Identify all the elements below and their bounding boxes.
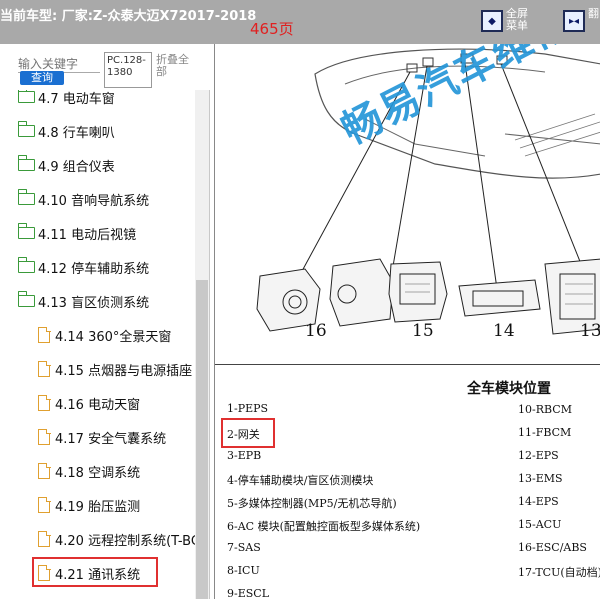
document-icon: [38, 428, 51, 445]
selected-item-highlight: [32, 557, 158, 587]
left-panel: 查询 PC.128-1380 折叠全部 4.7 电动车窗 4.8 行车喇叭 4.…: [0, 44, 210, 599]
callout-number: 16: [305, 321, 327, 341]
callout-number: 15: [412, 321, 434, 341]
folder-icon: [17, 90, 35, 103]
search-row: 查询 PC.128-1380 折叠全部: [0, 44, 210, 90]
tree-item-label: 4.7 电动车窗: [38, 91, 115, 107]
scrollbar-thumb[interactable]: [196, 280, 208, 599]
tree-item-4-14[interactable]: 4.14 360°全景天窗: [38, 320, 195, 350]
tree-item-4-9[interactable]: 4.9 组合仪表: [17, 150, 195, 180]
tree-item-label: 4.12 停车辅助系统: [38, 261, 150, 277]
query-button[interactable]: 查询: [20, 71, 64, 85]
tree-item-label: 4.14 360°全景天窗: [55, 329, 172, 345]
document-viewer: 畅易汽车维修 16 15 14 13 全车模块位置 1-PEPS 2-网关 3-…: [214, 44, 600, 599]
module-item: 15-ACU: [518, 518, 562, 531]
module-item: 12-EPS: [518, 449, 559, 462]
next-page-icon: ▸◂: [563, 10, 585, 32]
module-item: 4-停车辅助模块/盲区侦测模块: [227, 474, 374, 487]
tree-item-4-20[interactable]: 4.20 远程控制系统(T-BC: [38, 524, 195, 554]
folder-icon: [17, 291, 35, 307]
tree-item-4-10[interactable]: 4.10 音响导航系统: [17, 184, 195, 214]
tree-item-4-8[interactable]: 4.8 行车喇叭: [17, 116, 195, 146]
tree-item-label: 4.15 点烟器与电源插座: [55, 363, 193, 379]
module-item: 8-ICU: [227, 564, 260, 577]
folder-icon: [17, 223, 35, 239]
tree-item-4-15[interactable]: 4.15 点烟器与电源插座: [38, 354, 195, 384]
tree-item-label: 4.11 电动后视镜: [38, 227, 137, 243]
folder-icon: [17, 155, 35, 171]
fullscreen-icon: ◆: [481, 10, 503, 32]
pc-range-tab[interactable]: PC.128-1380: [104, 52, 152, 88]
module-item: 10-RBCM: [518, 403, 572, 416]
toc-tree: 4.7 电动车窗 4.8 行车喇叭 4.9 组合仪表 4.10 音响导航系统 4…: [0, 90, 195, 599]
tree-item-label: 4.18 空调系统: [55, 465, 141, 481]
tree-item-label: 4.20 远程控制系统(T-BC: [55, 533, 195, 549]
tree-item-4-17[interactable]: 4.17 安全气囊系统: [38, 422, 195, 452]
module-item: 13-EMS: [518, 472, 563, 485]
next-page-button[interactable]: ▸◂ 翻: [563, 8, 600, 38]
document-icon: [38, 326, 51, 343]
folder-icon: [17, 257, 35, 273]
top-bar: 当前车型: 厂家:Z-众泰大迈X72017-2018 465页 ◆ 全屏 菜单 …: [0, 0, 600, 44]
tree-item-4-16[interactable]: 4.16 电动天窗: [38, 388, 195, 418]
module-item: 9-ESCL: [227, 587, 270, 599]
tree-item-label: 4.9 组合仪表: [38, 159, 115, 175]
page-number: 465页: [250, 20, 294, 38]
tree-item-4-13[interactable]: 4.13 盲区侦测系统: [17, 286, 195, 316]
module-item: 6-AC 模块(配置触控面板型多媒体系统): [227, 520, 421, 533]
module-item: 16-ESC/ABS: [518, 541, 587, 554]
tree-item-label: 4.19 胎压监测: [55, 499, 141, 515]
tree-item-4-18[interactable]: 4.18 空调系统: [38, 456, 195, 486]
module-item: 7-SAS: [227, 541, 261, 554]
tree-item-4-11[interactable]: 4.11 电动后视镜: [17, 218, 195, 248]
folder-icon: [17, 121, 35, 137]
document-icon: [38, 496, 51, 513]
tree-item-4-7[interactable]: 4.7 电动车窗: [17, 90, 195, 112]
gateway-highlight-box: [221, 418, 275, 448]
tree-item-label: 4.17 安全气囊系统: [55, 431, 167, 447]
tree-scrollbar[interactable]: [195, 90, 209, 599]
tree-item-label: 4.16 电动天窗: [55, 397, 141, 413]
document-icon: [38, 462, 51, 479]
callout-number: 14: [493, 321, 515, 341]
tree-item-4-19[interactable]: 4.19 胎压监测: [38, 490, 195, 520]
module-item: 11-FBCM: [518, 426, 572, 439]
document-icon: [38, 394, 51, 411]
fullscreen-menu-label: 全屏 菜单: [506, 7, 528, 32]
tree-item-4-12[interactable]: 4.12 停车辅助系统: [17, 252, 195, 282]
tree-item-label: 4.10 音响导航系统: [38, 193, 150, 209]
callout-number: 13: [580, 321, 600, 341]
collapse-all-button[interactable]: 折叠全部: [154, 52, 196, 88]
app-window: 当前车型: 厂家:Z-众泰大迈X72017-2018 465页 ◆ 全屏 菜单 …: [0, 0, 600, 599]
next-page-label: 翻: [588, 7, 599, 20]
fullscreen-menu-button[interactable]: ◆ 全屏 菜单: [481, 8, 534, 38]
tree-item-label: 4.13 盲区侦测系统: [38, 295, 150, 311]
document-icon: [38, 360, 51, 377]
current-vehicle-label: 当前车型: 厂家:Z-众泰大迈X72017-2018: [0, 9, 257, 24]
tree-item-label: 4.8 行车喇叭: [38, 125, 115, 141]
figure-caption: 全车模块位置: [467, 381, 551, 397]
caption-divider: [215, 364, 600, 365]
module-item: 1-PEPS: [227, 402, 269, 415]
module-item: 17-TCU(自动档): [518, 566, 600, 579]
folder-icon: [17, 189, 35, 205]
document-icon: [38, 530, 51, 547]
module-item: 3-EPB: [227, 449, 262, 462]
module-item: 5-多媒体控制器(MP5/无机芯导航): [227, 497, 397, 510]
module-item: 14-EPS: [518, 495, 559, 508]
